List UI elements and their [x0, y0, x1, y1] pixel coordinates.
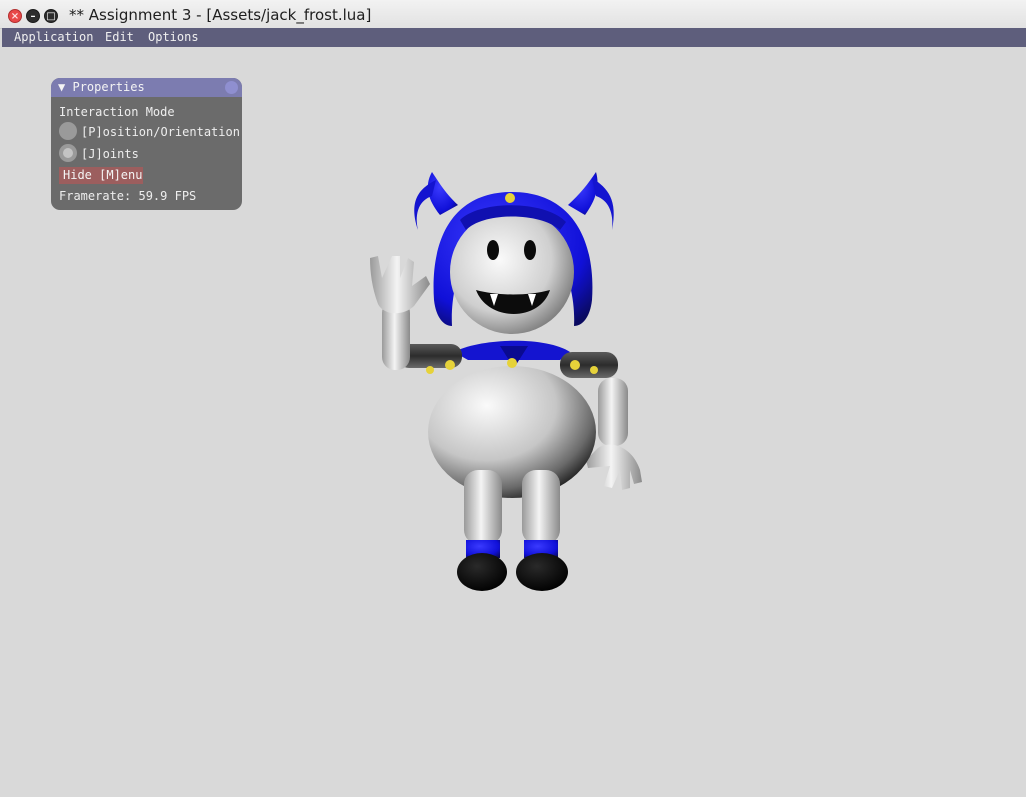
- collapse-arrow-icon[interactable]: ▼: [58, 80, 65, 94]
- interaction-mode-label: Interaction Mode: [59, 105, 175, 119]
- menu-application[interactable]: Application: [14, 30, 93, 44]
- bell: [426, 366, 434, 374]
- close-window-button[interactable]: ×: [8, 9, 22, 23]
- radio-selected-dot: [63, 148, 73, 158]
- position-orientation-label[interactable]: [P]osition/Orientation: [81, 125, 240, 139]
- bell: [570, 360, 580, 370]
- properties-panel: ▼ Properties Interaction Mode [P]osition…: [51, 78, 242, 210]
- menu-options[interactable]: Options: [148, 30, 199, 44]
- bell: [590, 366, 598, 374]
- right-hand: [586, 444, 642, 490]
- bell: [445, 360, 455, 370]
- panel-close-icon[interactable]: [225, 81, 238, 94]
- maximize-window-button[interactable]: □: [44, 9, 58, 23]
- right-shoe: [516, 553, 568, 591]
- hide-menu-button[interactable]: Hide [M]enu: [59, 167, 143, 184]
- properties-panel-header[interactable]: ▼ Properties: [51, 78, 242, 97]
- bell: [507, 358, 517, 368]
- menu-bar: Application Edit Options: [2, 28, 1026, 47]
- panel-title-label: Properties: [72, 80, 145, 94]
- head: [450, 210, 574, 334]
- left-hand: [370, 256, 430, 314]
- right-leg: [522, 470, 560, 544]
- properties-panel-title[interactable]: ▼ Properties: [58, 80, 145, 94]
- body: [428, 366, 596, 498]
- left-horn-tip: [414, 180, 436, 230]
- left-leg: [464, 470, 502, 544]
- hood-bobble: [505, 193, 515, 203]
- joints-radio[interactable]: [59, 144, 77, 162]
- window-title: ** Assignment 3 - [Assets/jack_frost.lua…: [69, 6, 372, 24]
- left-shoe: [457, 553, 507, 591]
- framerate-readout: Framerate: 59.9 FPS: [59, 189, 197, 203]
- right-forearm: [598, 378, 628, 446]
- menu-edit[interactable]: Edit: [105, 30, 134, 44]
- minimize-window-button[interactable]: –: [26, 9, 40, 23]
- title-bar: × – □ ** Assignment 3 - [Assets/jack_fro…: [0, 0, 1026, 29]
- left-eye: [487, 240, 499, 260]
- right-horn-tip: [592, 178, 614, 230]
- right-horn: [568, 172, 598, 215]
- right-eye: [524, 240, 536, 260]
- joints-label[interactable]: [J]oints: [81, 147, 139, 161]
- position-orientation-radio[interactable]: [59, 122, 77, 140]
- right-upper-arm: [560, 352, 618, 378]
